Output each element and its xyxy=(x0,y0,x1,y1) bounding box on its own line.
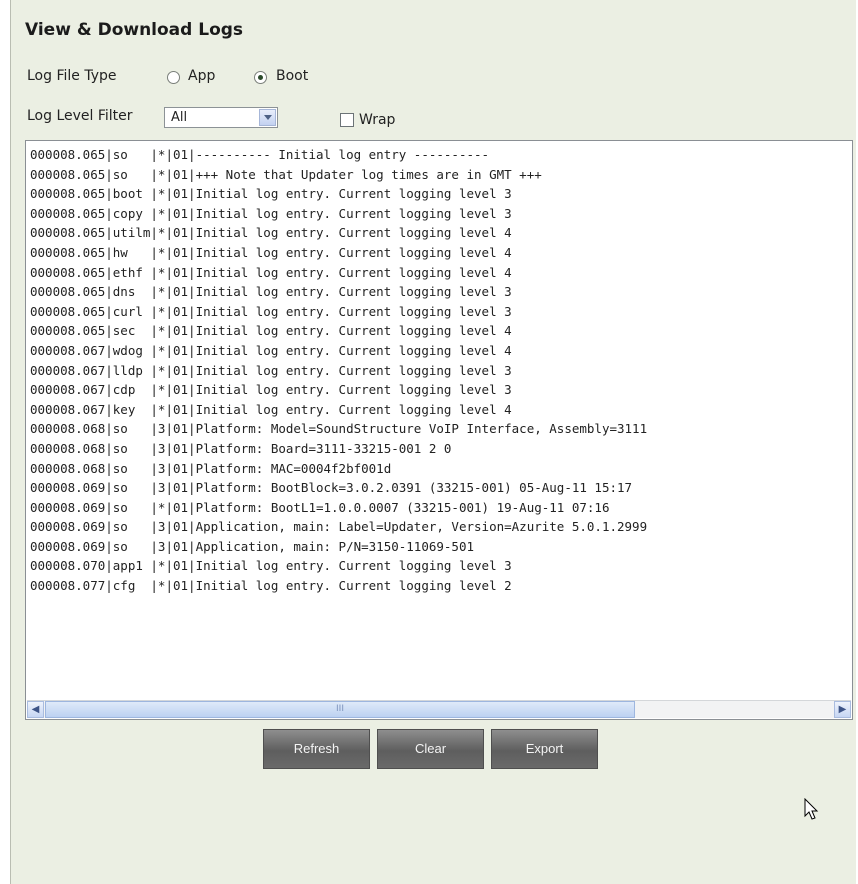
chevron-down-icon[interactable] xyxy=(259,109,276,126)
log-textarea[interactable]: 000008.065|so |*|01|---------- Initial l… xyxy=(25,140,853,720)
horizontal-scrollbar[interactable]: ◀ III ▶ xyxy=(27,700,851,718)
clear-button[interactable]: Clear xyxy=(377,729,484,769)
export-button[interactable]: Export xyxy=(491,729,598,769)
refresh-button[interactable]: Refresh xyxy=(263,729,370,769)
page-title: View & Download Logs xyxy=(25,20,244,40)
wrap-checkbox[interactable] xyxy=(340,113,354,127)
log-line: 000008.065|so |*|01|---------- Initial l… xyxy=(30,147,490,162)
log-line: 000008.065|sec |*|01|Initial log entry. … xyxy=(30,323,512,339)
radio-app-label[interactable]: App xyxy=(188,68,215,84)
log-line: 000008.065|so |*|01|+++ Note that Update… xyxy=(30,166,542,182)
log-line: 000008.065|curl |*|01|Initial log entry.… xyxy=(30,303,512,319)
log-level-select[interactable]: All xyxy=(164,107,278,128)
log-line: 000008.065|boot |*|01|Initial log entry.… xyxy=(30,186,512,202)
log-line: 000008.067|lldp |*|01|Initial log entry.… xyxy=(30,362,512,378)
log-line: 000008.065|hw |*|01|Initial log entry. C… xyxy=(30,244,512,260)
scroll-right-arrow-icon[interactable]: ▶ xyxy=(834,701,851,718)
wrap-label[interactable]: Wrap xyxy=(359,112,395,128)
log-line: 000008.068|so |3|01|Platform: Board=3111… xyxy=(30,440,452,456)
log-line: 000008.067|wdog |*|01|Initial log entry.… xyxy=(30,342,512,358)
radio-app[interactable] xyxy=(167,71,180,84)
log-lines: 000008.065|so |*|01|---------- Initial l… xyxy=(30,145,647,596)
scroll-left-arrow-icon[interactable]: ◀ xyxy=(27,701,44,718)
log-line: 000008.065|ethf |*|01|Initial log entry.… xyxy=(30,264,512,280)
log-line: 000008.070|app1 |*|01|Initial log entry.… xyxy=(30,558,512,574)
view-download-logs-panel: View & Download Logs Log File Type App B… xyxy=(10,0,856,884)
log-line: 000008.069|so |3|01|Platform: BootBlock=… xyxy=(30,480,633,496)
scrollbar-thumb[interactable]: III xyxy=(45,701,635,718)
log-line: 000008.068|so |3|01|Platform: MAC=0004f2… xyxy=(30,460,392,476)
log-level-select-value: All xyxy=(171,110,188,125)
log-line: 000008.067|cdp |*|01|Initial log entry. … xyxy=(30,382,512,398)
radio-selected-dot xyxy=(258,75,263,80)
radio-boot[interactable] xyxy=(254,71,267,84)
log-line: 000008.067|key |*|01|Initial log entry. … xyxy=(30,401,512,417)
log-line: 000008.077|cfg |*|01|Initial log entry. … xyxy=(30,578,512,594)
log-line: 000008.065|utilm|*|01|Initial log entry.… xyxy=(30,225,512,241)
log-line: 000008.068|so |3|01|Platform: Model=Soun… xyxy=(30,421,648,437)
log-line: 000008.069|so |3|01|Application, main: P… xyxy=(30,538,475,554)
log-level-filter-label: Log Level Filter xyxy=(27,108,133,124)
log-line: 000008.065|copy |*|01|Initial log entry.… xyxy=(30,205,512,221)
radio-boot-label[interactable]: Boot xyxy=(276,68,308,84)
log-line: 000008.069|so |*|01|Platform: BootL1=1.0… xyxy=(30,499,610,515)
mouse-pointer-icon xyxy=(804,798,819,820)
log-file-type-label: Log File Type xyxy=(27,68,117,84)
log-line: 000008.069|so |3|01|Application, main: L… xyxy=(30,519,648,535)
log-line: 000008.065|dns |*|01|Initial log entry. … xyxy=(30,284,512,300)
